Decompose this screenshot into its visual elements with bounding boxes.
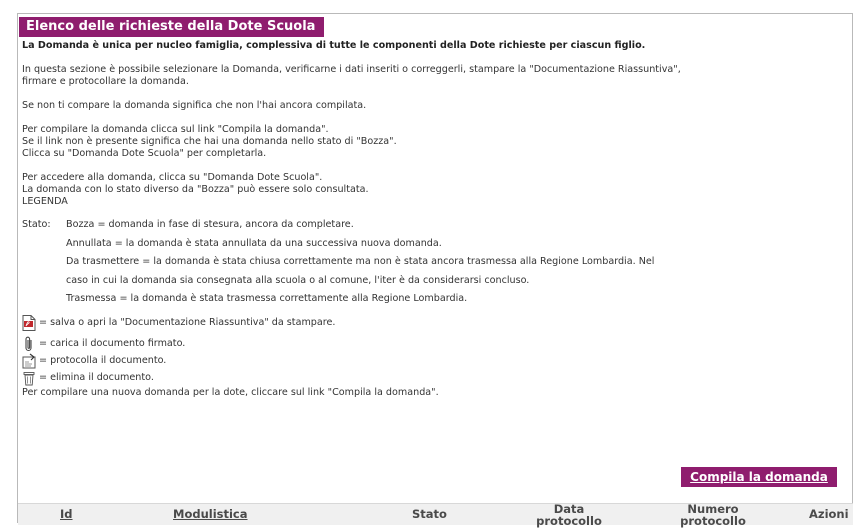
legend-pdf-text: = salva o apri la "Documentazione Riassu… xyxy=(39,316,336,328)
stato-da-trasmettere: Da trasmettere = la domanda è stata chiu… xyxy=(66,256,655,267)
legend-title: LEGENDA xyxy=(22,196,68,207)
legend-icons: = salva o apri la "Documentazione Riassu… xyxy=(22,314,848,386)
instructions: La Domanda è unica per nucleo famiglia, … xyxy=(22,40,848,399)
column-header-data-protocollo-line2: protocollo xyxy=(536,514,602,528)
column-header-data-protocollo: Data protocollo xyxy=(529,503,609,527)
access-text-2: La domanda con lo stato diverso da "Bozz… xyxy=(22,184,369,195)
stato-bozza: Bozza = domanda in fase di stesura, anco… xyxy=(66,219,354,230)
legend-clip-text: = carica il documento firmato. xyxy=(39,337,186,349)
compile-text-1: Per compilare la domanda clicca sul link… xyxy=(22,124,329,135)
compile-text-3: Clicca su "Domanda Dote Scuola" per comp… xyxy=(22,148,267,159)
legend-pdf: = salva o apri la "Documentazione Riassu… xyxy=(22,314,848,331)
main-panel: Elenco delle richieste della Dote Scuola… xyxy=(17,13,853,527)
page-title: Elenco delle richieste della Dote Scuola xyxy=(19,17,325,37)
column-header-modulistica[interactable]: Modulistica xyxy=(173,508,248,520)
access-text-1: Per accedere alla domanda, clicca su "Do… xyxy=(22,172,323,183)
compile-text-2: Se il link non è presente significa che … xyxy=(22,136,397,147)
requests-table-header: Id Modulistica Stato Data protocollo Num… xyxy=(18,503,853,527)
column-header-id[interactable]: Id xyxy=(60,508,73,520)
trash-icon xyxy=(22,370,36,386)
compila-domanda-button[interactable]: Compila la domanda xyxy=(681,467,837,487)
protocol-stamp-icon xyxy=(22,353,36,369)
intro-text-1: In questa sezione è possibile selezionar… xyxy=(22,64,681,75)
intro-text-2: firmare e protocollare la domanda. xyxy=(22,76,189,87)
column-header-numero-protocollo-line2: protocollo xyxy=(680,514,746,528)
stato-label: Stato: xyxy=(22,219,51,230)
legend-protocol: = protocolla il documento. xyxy=(22,353,848,369)
legend-trash: = elimina il documento. xyxy=(22,370,848,386)
stato-trasmessa: Trasmessa = la domanda è stata trasmessa… xyxy=(66,293,468,304)
legend-stati: Stato: Bozza = domanda in fase di stesur… xyxy=(22,219,848,309)
final-note: Per compilare una nuova domanda per la d… xyxy=(22,386,439,398)
legend-clip: = carica il documento firmato. xyxy=(22,336,848,352)
pdf-icon xyxy=(22,314,36,331)
stato-da-trasmettere-cont: caso in cui la domanda sia consegnata al… xyxy=(66,274,530,286)
legend-trash-text: = elimina il documento. xyxy=(39,371,154,383)
column-header-azioni: Azioni xyxy=(809,507,849,521)
legend-protocol-text: = protocolla il documento. xyxy=(39,354,167,366)
stato-annullata: Annullata = la domanda è stata annullata… xyxy=(66,237,442,249)
column-header-stato: Stato xyxy=(412,507,447,521)
not-found-text: Se non ti compare la domanda significa c… xyxy=(22,100,367,111)
lead-text: La Domanda è unica per nucleo famiglia, … xyxy=(22,40,646,51)
paperclip-icon xyxy=(22,336,36,352)
column-header-numero-protocollo: Numero protocollo xyxy=(668,503,758,527)
